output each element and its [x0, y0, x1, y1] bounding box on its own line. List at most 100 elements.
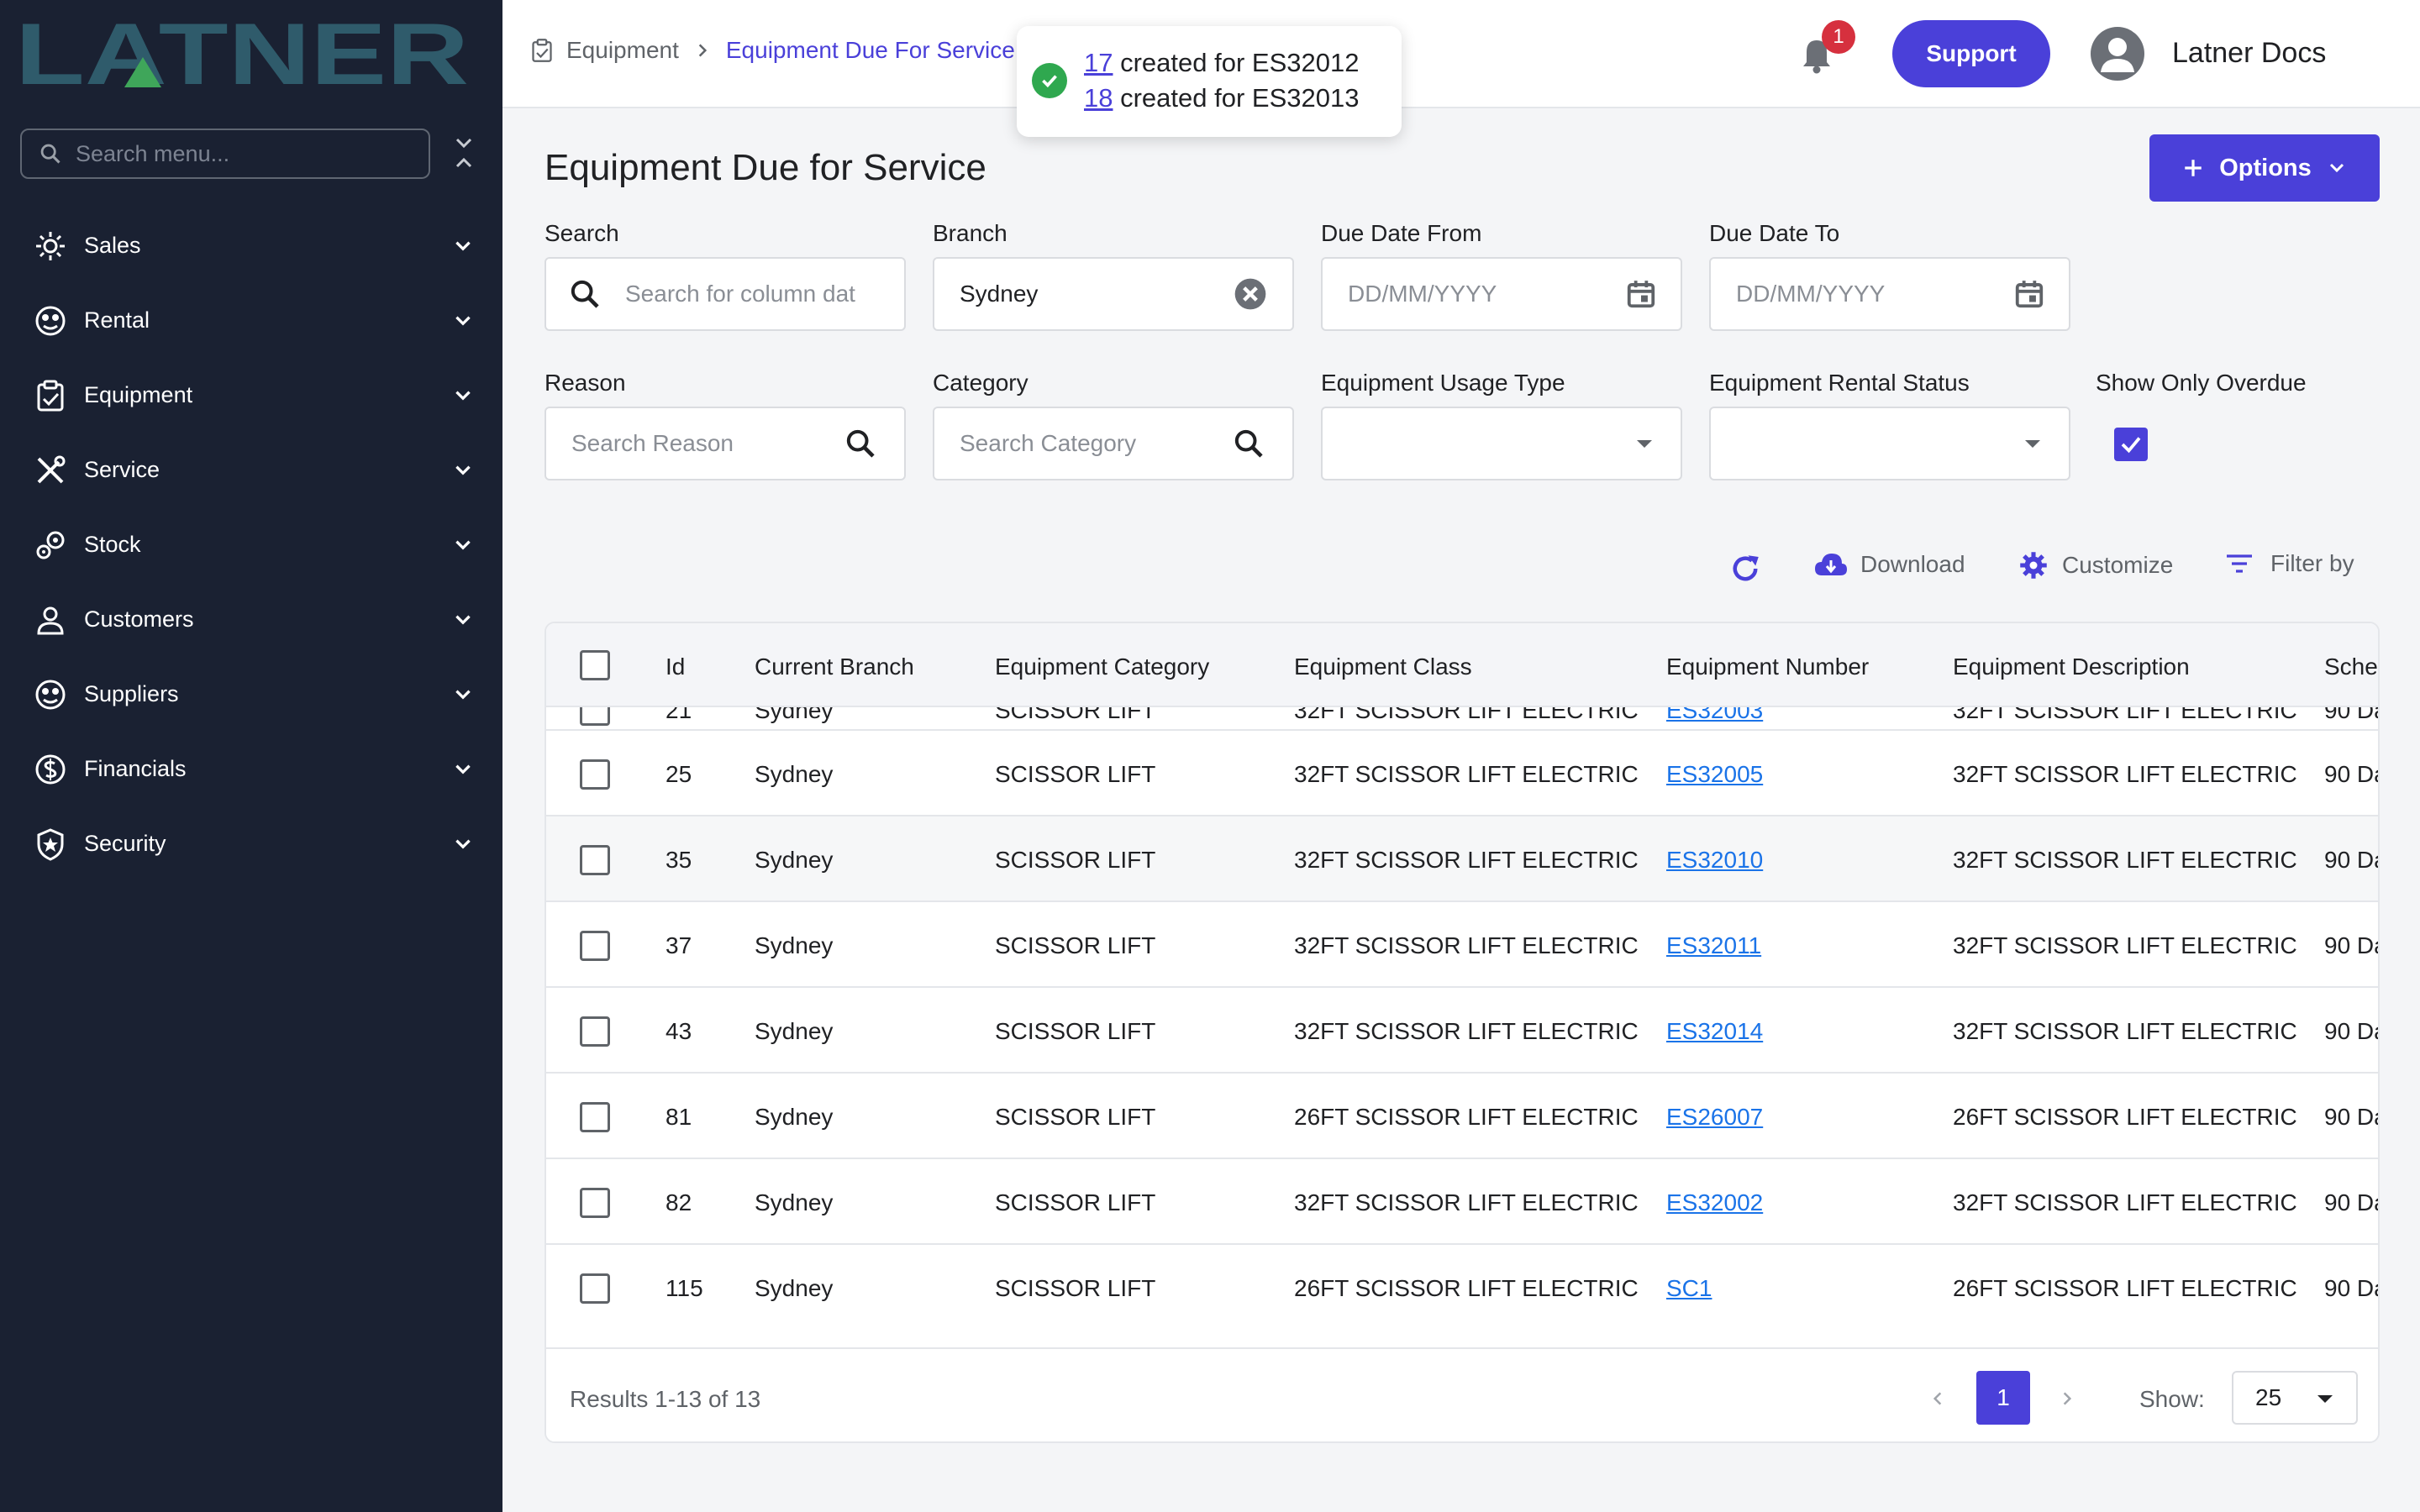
sidebar-item-rental[interactable]: Rental — [0, 283, 502, 358]
row-checkbox[interactable] — [580, 1016, 610, 1047]
sidebar-item-label: Service — [84, 457, 160, 482]
cell-equipment-number[interactable]: ES32014 — [1666, 1018, 1763, 1045]
toast-link[interactable]: 17 — [1084, 48, 1113, 77]
suppliers-icon — [32, 676, 69, 713]
collapse-icon[interactable] — [452, 134, 476, 171]
due-to-input[interactable]: DD/MM/YYYY — [1709, 257, 2070, 331]
cell-id: 82 — [666, 1189, 692, 1215]
rental-status-select[interactable] — [1709, 407, 2070, 480]
category-label: Category — [933, 370, 1028, 396]
row-checkbox[interactable] — [580, 1188, 610, 1218]
table-row-partial[interactable]: 21 Sydney SCISSOR LIFT 32FT SCISSOR LIFT… — [546, 707, 2378, 731]
user-name[interactable]: Latner Docs — [2172, 37, 2326, 70]
sales-icon — [32, 228, 69, 265]
security-icon — [32, 826, 69, 863]
latner-logo[interactable]: LATNER — [15, 15, 473, 91]
calendar-icon[interactable] — [1625, 277, 1657, 311]
overdue-checkbox[interactable] — [2114, 428, 2148, 461]
cell-description: 32FT SCISSOR LIFT ELECTRIC — [1953, 932, 2297, 958]
page-button-current[interactable]: 1 — [1976, 1371, 2030, 1425]
table-row[interactable]: 43 Sydney SCISSOR LIFT 32FT SCISSOR LIFT… — [546, 988, 2378, 1074]
table-row[interactable]: 25 Sydney SCISSOR LIFT 32FT SCISSOR LIFT… — [546, 731, 2378, 816]
cell-equipment-number[interactable]: ES32005 — [1666, 761, 1763, 788]
chevron-down-icon — [455, 540, 471, 550]
column-equipment-class[interactable]: Equipment Class — [1294, 654, 1472, 680]
row-checkbox[interactable] — [580, 845, 610, 875]
cell-branch: Sydney — [755, 932, 834, 958]
branch-value: Sydney — [960, 281, 1039, 307]
filter-by-button[interactable]: Filter by — [2225, 550, 2354, 577]
due-from-input[interactable]: DD/MM/YYYY — [1321, 257, 1682, 331]
chevron-right-icon[interactable] — [2059, 1389, 2075, 1408]
row-checkbox[interactable] — [580, 759, 610, 790]
svg-text:LATNER: LATNER — [15, 15, 469, 91]
column-equipment-category[interactable]: Equipment Category — [995, 654, 1209, 680]
sidebar-item-customers[interactable]: Customers — [0, 582, 502, 657]
column-schedule[interactable]: Sche — [2324, 654, 2378, 680]
refresh-icon[interactable] — [1728, 551, 1763, 586]
usage-type-label: Equipment Usage Type — [1321, 370, 1565, 396]
row-checkbox[interactable] — [580, 1102, 610, 1132]
table-row[interactable]: 37 Sydney SCISSOR LIFT 32FT SCISSOR LIFT… — [546, 902, 2378, 988]
cell-class: 26FT SCISSOR LIFT ELECTRIC — [1294, 1104, 1639, 1130]
column-equipment-number[interactable]: Equipment Number — [1666, 654, 1869, 680]
sidebar-item-security[interactable]: Security — [0, 806, 502, 881]
column-current-branch[interactable]: Current Branch — [755, 654, 914, 680]
row-checkbox[interactable] — [580, 931, 610, 961]
table-row[interactable]: 115 Sydney SCISSOR LIFT 26FT SCISSOR LIF… — [546, 1245, 2378, 1331]
cell-equipment-number[interactable]: ES26007 — [1666, 1104, 1763, 1131]
search-icon — [846, 429, 875, 458]
cell-equipment-number[interactable]: ES32011 — [1666, 932, 1761, 959]
branch-select[interactable]: Sydney — [933, 257, 1294, 331]
cell-id: 35 — [666, 847, 692, 873]
cell-equipment-number[interactable]: SC1 — [1666, 1275, 1712, 1302]
chevron-down-icon — [2329, 163, 2344, 173]
sidebar-item-service[interactable]: Service — [0, 433, 502, 507]
category-input[interactable]: Search Category — [933, 407, 1294, 480]
select-all-checkbox[interactable] — [580, 650, 610, 680]
menu-search-input[interactable]: Search menu... — [20, 129, 430, 179]
sidebar-item-label: Sales — [84, 233, 141, 258]
row-checkbox[interactable] — [580, 707, 610, 726]
reason-input[interactable]: Search Reason — [544, 407, 906, 480]
cell-description: 32FT SCISSOR LIFT ELECTRIC — [1953, 847, 2297, 873]
cell-schedule: 90 Da — [2324, 847, 2378, 873]
sidebar-item-label: Stock — [84, 532, 141, 557]
sidebar-item-equipment[interactable]: Equipment — [0, 358, 502, 433]
table-row[interactable]: 81 Sydney SCISSOR LIFT 26FT SCISSOR LIFT… — [546, 1074, 2378, 1159]
sidebar-item-suppliers[interactable]: Suppliers — [0, 657, 502, 732]
cell-equipment-number[interactable]: ES32010 — [1666, 847, 1763, 874]
table-row[interactable]: 82 Sydney SCISSOR LIFT 32FT SCISSOR LIFT… — [546, 1159, 2378, 1245]
avatar[interactable] — [2091, 27, 2144, 81]
clear-icon[interactable] — [1232, 276, 1269, 312]
column-id[interactable]: Id — [666, 654, 685, 680]
breadcrumb-equipment[interactable]: Equipment — [566, 37, 679, 64]
cell-equipment-number[interactable]: ES32003 — [1666, 707, 1763, 724]
cell-branch: Sydney — [755, 761, 834, 787]
usage-type-select[interactable] — [1321, 407, 1682, 480]
sidebar-item-label: Customers — [84, 606, 194, 632]
support-button[interactable]: Support — [1892, 20, 2050, 87]
sidebar-item-sales[interactable]: Sales — [0, 208, 502, 283]
chevron-down-icon — [455, 465, 471, 475]
category-placeholder: Search Category — [960, 430, 1137, 456]
cell-category: SCISSOR LIFT — [995, 1018, 1156, 1044]
cell-category: SCISSOR LIFT — [995, 1104, 1156, 1130]
column-equipment-description[interactable]: Equipment Description — [1953, 654, 2190, 680]
dropdown-arrow-icon — [2025, 440, 2040, 448]
due-from-label: Due Date From — [1321, 220, 1482, 246]
sidebar-item-financials[interactable]: Financials — [0, 732, 502, 806]
toast-link[interactable]: 18 — [1084, 83, 1113, 113]
options-button[interactable]: Options — [2149, 134, 2380, 202]
download-button[interactable]: Download — [1813, 550, 1965, 579]
search-input[interactable]: Search for column dat — [544, 257, 906, 331]
customize-button[interactable]: Customize — [2018, 550, 2173, 580]
row-checkbox[interactable] — [580, 1273, 610, 1304]
table-row[interactable]: 35 Sydney SCISSOR LIFT 32FT SCISSOR LIFT… — [546, 816, 2378, 902]
calendar-icon[interactable] — [2013, 277, 2045, 311]
cell-equipment-number[interactable]: ES32002 — [1666, 1189, 1763, 1216]
chevron-left-icon[interactable] — [1929, 1389, 1946, 1408]
page-size-select[interactable]: 25 — [2232, 1371, 2358, 1425]
sidebar-item-stock[interactable]: Stock — [0, 507, 502, 582]
cell-class: 26FT SCISSOR LIFT ELECTRIC — [1294, 1275, 1639, 1301]
